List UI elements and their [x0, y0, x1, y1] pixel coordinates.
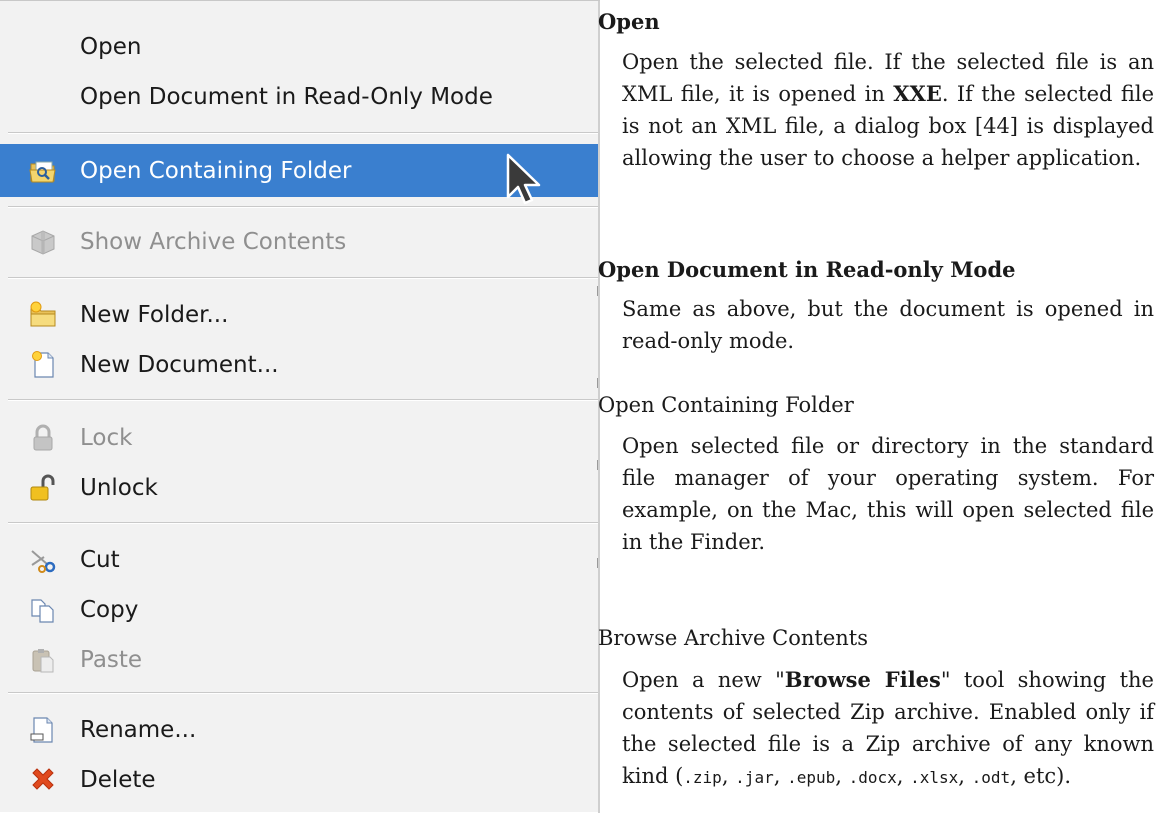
term-open-read-only: Open Document in Read-only Mode — [598, 257, 1016, 282]
application-name: XXE — [893, 81, 942, 106]
menu-item-label: Paste — [80, 647, 143, 673]
menu-item-open[interactable]: Open — [0, 22, 598, 72]
file-extension: .odt — [971, 768, 1011, 787]
menu-item-lock[interactable]: Lock — [0, 413, 598, 463]
separator-text: , — [721, 764, 736, 788]
margin-tick — [597, 558, 598, 568]
unlock-icon — [30, 474, 55, 501]
term-open: Open — [598, 9, 660, 34]
margin-tick — [597, 286, 598, 296]
menu-item-label: New Document... — [80, 352, 279, 378]
menu-item-new-folder[interactable]: New Folder... — [0, 290, 598, 340]
menu-item-label: Unlock — [80, 475, 158, 501]
term-open-containing-folder: Open Containing Folder — [598, 393, 854, 417]
definition-text: Open a new " — [622, 668, 785, 692]
context-menu: Open Open Document in Read-Only Mode Ope… — [0, 0, 600, 813]
delete-x-icon — [32, 768, 54, 790]
definition-open: Open the selected file. If the selected … — [622, 46, 1154, 174]
menu-item-new-document[interactable]: New Document... — [0, 340, 598, 390]
definition-open-read-only: Same as above, but the document is opene… — [622, 297, 1154, 353]
file-extension: .jar — [735, 768, 774, 787]
copy-icon — [31, 599, 54, 623]
menu-separator — [8, 132, 598, 134]
margin-tick — [597, 460, 598, 470]
scissors-icon — [31, 550, 56, 573]
file-extension: .zip — [683, 768, 722, 787]
rename-icon — [30, 717, 53, 743]
menu-item-show-archive-contents[interactable]: Show Archive Contents — [0, 217, 598, 267]
menu-item-label: Lock — [80, 425, 133, 451]
separator-text: , — [773, 764, 788, 788]
menu-separator — [8, 277, 598, 279]
menu-item-label: Delete — [80, 767, 156, 793]
menu-item-label: Open Containing Folder — [80, 157, 352, 184]
menu-item-cut[interactable]: Cut — [0, 535, 598, 585]
menu-separator — [8, 399, 598, 401]
menu-separator — [8, 692, 598, 694]
file-extension: .docx — [848, 768, 897, 787]
definition-browse-archive-contents: Open a new "Browse Files" tool showing t… — [622, 664, 1154, 794]
menu-item-copy[interactable]: Copy — [0, 585, 598, 635]
new-folder-icon — [30, 301, 56, 327]
lock-icon — [33, 424, 53, 451]
menu-item-unlock[interactable]: Unlock — [0, 463, 598, 513]
definition-text: , etc). — [1010, 764, 1072, 788]
separator-text: , — [958, 764, 972, 788]
archive-box-icon — [31, 230, 55, 255]
menu-item-label: Cut — [80, 547, 120, 573]
file-extension: .xlsx — [910, 768, 959, 787]
mouse-pointer-icon — [506, 153, 541, 205]
separator-text: , — [835, 764, 849, 788]
menu-separator — [8, 522, 598, 524]
menu-item-delete[interactable]: Delete — [0, 755, 598, 805]
margin-tick — [597, 378, 598, 388]
paste-icon — [32, 649, 54, 673]
menu-item-label: Show Archive Contents — [80, 229, 347, 255]
open-folder-icon — [29, 161, 56, 182]
term-browse-archive-contents: Browse Archive Contents — [598, 626, 868, 650]
file-extension: .epub — [787, 768, 836, 787]
menu-item-open-read-only[interactable]: Open Document in Read-Only Mode — [0, 72, 598, 122]
tool-name: Browse Files — [784, 667, 941, 692]
separator-text: , — [896, 764, 911, 788]
menu-item-label: New Folder... — [80, 302, 229, 328]
menu-item-label: Rename... — [80, 717, 197, 743]
menu-item-label: Open — [80, 34, 142, 60]
menu-item-rename[interactable]: Rename... — [0, 705, 598, 755]
definition-open-containing-folder: Open selected file or directory in the s… — [622, 434, 1154, 554]
menu-item-label: Open Document in Read-Only Mode — [80, 84, 493, 110]
menu-item-paste[interactable]: Paste — [0, 635, 598, 685]
new-document-icon — [32, 351, 54, 378]
menu-item-label: Copy — [80, 597, 139, 623]
